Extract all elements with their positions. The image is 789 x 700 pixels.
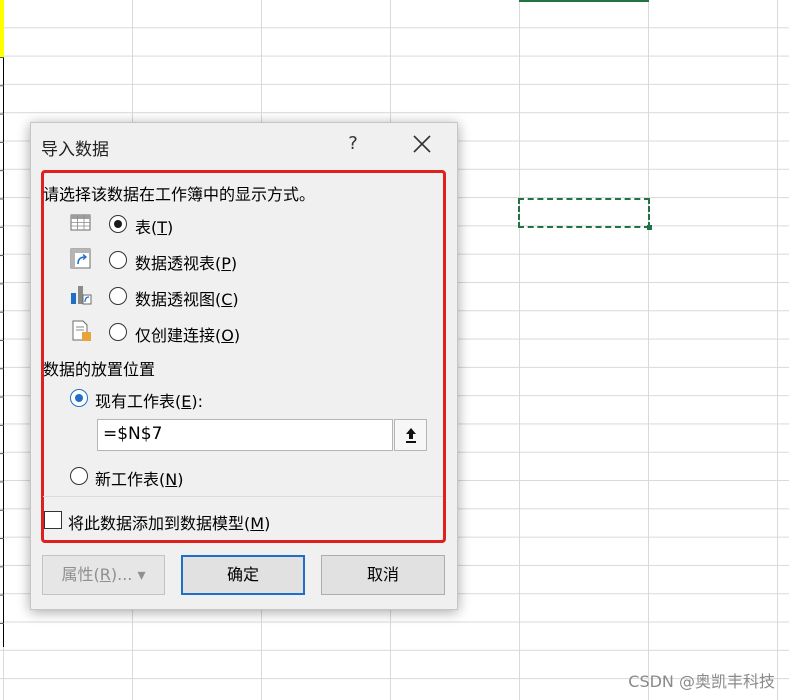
import-data-dialog: 导入数据 ? 请选择该数据在工作簿中的显示方式。 表(T) 数据透视表(P) 数… [30, 122, 458, 610]
range-reference-input[interactable]: =$N$7 [97, 419, 393, 451]
properties-button[interactable]: 属性(R)... ▾ [42, 555, 165, 595]
connection-only-icon [69, 319, 93, 343]
pivot-chart-label: 数据透视图(C) [135, 290, 239, 309]
copy-selection-cell[interactable] [518, 198, 652, 230]
table-icon [69, 211, 93, 235]
cancel-button[interactable]: 取消 [321, 555, 445, 595]
help-button[interactable]: ? [345, 133, 361, 154]
pivot-chart-radio[interactable] [109, 287, 127, 305]
connection-only-radio[interactable] [109, 323, 127, 341]
display-mode-prompt: 请选择该数据在工作簿中的显示方式。 [43, 185, 316, 204]
add-to-data-model-label[interactable]: 将此数据添加到数据模型(M) [68, 510, 270, 534]
chevron-down-icon: ▾ [137, 565, 146, 584]
close-icon [413, 135, 431, 153]
highlighted-cell[interactable] [0, 0, 4, 57]
new-sheet-radio[interactable] [70, 467, 88, 485]
dialog-title: 导入数据 [41, 140, 109, 160]
close-button[interactable] [409, 131, 435, 157]
table-radio[interactable] [109, 215, 127, 233]
connection-only-label: 仅创建连接(O) [135, 326, 241, 345]
selected-column-indicator [519, 0, 649, 2]
row-border-ticks [0, 57, 4, 647]
pivot-table-label: 数据透视表(P) [135, 254, 238, 273]
range-select-button[interactable] [394, 419, 427, 451]
placement-section-title: 数据的放置位置 [43, 360, 156, 379]
pivot-chart-icon [69, 283, 93, 307]
watermark: CSDN @奥凯丰科技 [628, 672, 775, 691]
divider [43, 496, 443, 497]
ok-button[interactable]: 确定 [181, 555, 305, 595]
new-sheet-label[interactable]: 新工作表(N) [95, 466, 183, 490]
pivot-table-icon [69, 247, 93, 271]
existing-sheet-radio[interactable] [70, 389, 88, 407]
add-to-data-model-checkbox[interactable] [44, 511, 62, 529]
table-label: 表(T) [135, 218, 174, 237]
existing-sheet-label[interactable]: 现有工作表(E): [95, 388, 203, 412]
pivot-table-radio[interactable] [109, 251, 127, 269]
upload-arrow-icon [406, 428, 416, 443]
